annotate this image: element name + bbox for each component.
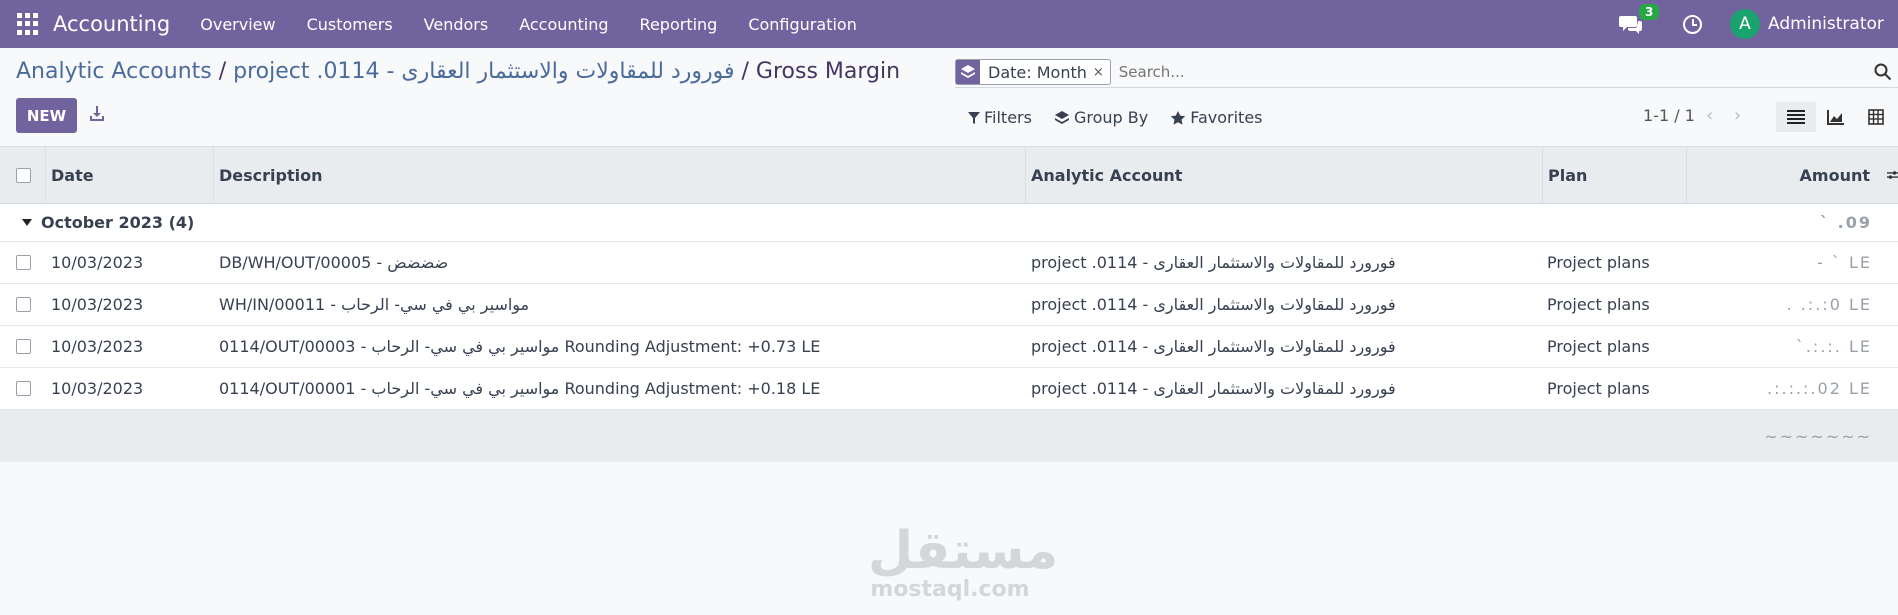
table-row[interactable]: 10/03/2023 DB/WH/OUT/00005 - ضضضض projec… [0, 242, 1898, 284]
chat-count-badge: 3 [1639, 4, 1660, 20]
column-options-icon[interactable] [1882, 147, 1898, 203]
view-switcher [1776, 102, 1896, 132]
search-icon[interactable] [1874, 63, 1892, 81]
breadcrumb: Analytic Accounts / project .0114 - فورو… [16, 59, 900, 84]
row-description: DB/WH/OUT/00005 - ضضضض [219, 253, 449, 272]
group-label: October 2023 (4) [41, 213, 195, 232]
column-plan[interactable]: Plan [1543, 147, 1687, 203]
list-view-icon[interactable] [1776, 102, 1816, 132]
column-description[interactable]: Description [214, 147, 1026, 203]
favorites-label: Favorites [1190, 108, 1263, 127]
watermark-arabic: مستقل [868, 521, 1059, 581]
caret-down-icon [22, 204, 32, 241]
groupby-label: Group By [1073, 108, 1149, 127]
column-analytic-account[interactable]: Analytic Account [1026, 147, 1543, 203]
download-icon[interactable] [89, 105, 105, 121]
row-date: 10/03/2023 [51, 253, 144, 272]
filter-icon [968, 111, 980, 124]
table-footer: ~~~~~~~ [0, 410, 1898, 462]
row-plan: Project plans [1547, 295, 1650, 314]
graph-view-icon[interactable] [1816, 102, 1856, 132]
select-all-checkbox[interactable] [16, 167, 31, 183]
footer-total: ~~~~~~~ [1764, 426, 1872, 446]
pager-prev-icon[interactable]: ‹ [1706, 105, 1713, 126]
layers-icon [956, 60, 980, 84]
breadcrumb-account[interactable]: project .0114 - فورورد للمقاولات والاستث… [233, 59, 734, 84]
column-amount[interactable]: Amount [1687, 147, 1877, 203]
new-button[interactable]: NEW [16, 98, 77, 133]
groupby-button[interactable]: Group By [1054, 108, 1148, 127]
table-row[interactable]: 10/03/2023 0114/OUT/00003 - مواسير بي في… [0, 326, 1898, 368]
row-analytic-account: project .0114 - فورورد للمقاولات والاستث… [1031, 379, 1396, 398]
watermark-latin: mostaql.com [870, 577, 1030, 602]
row-checkbox[interactable] [16, 242, 31, 283]
watermark: مستقل mostaql.com [868, 521, 1059, 602]
search-facet[interactable]: Date: Month × [955, 59, 1111, 85]
menu-customers[interactable]: Customers [307, 15, 393, 34]
pivot-view-icon[interactable] [1856, 102, 1896, 132]
row-plan: Project plans [1547, 253, 1650, 272]
table-header: Date Description Analytic Account Plan A… [0, 146, 1898, 204]
row-plan: Project plans [1547, 379, 1650, 398]
chat-icon[interactable]: 3 [1619, 4, 1660, 34]
group-total: ` .09 [1820, 213, 1872, 232]
row-amount: - ` LE [1817, 253, 1872, 272]
apps-grid-icon[interactable] [17, 13, 39, 35]
row-date: 10/03/2023 [51, 337, 144, 356]
row-description: 0114/OUT/00001 - مواسير بي في سي- الرحاب… [219, 379, 821, 398]
column-date[interactable]: Date [46, 147, 214, 203]
table-row[interactable]: 10/03/2023 0114/OUT/00001 - مواسير بي في… [0, 368, 1898, 410]
menu-configuration[interactable]: Configuration [748, 15, 857, 34]
app-brand[interactable]: Accounting [53, 12, 170, 36]
menu-accounting[interactable]: Accounting [519, 15, 608, 34]
row-amount: . .:.:0 LE [1786, 295, 1872, 314]
filters-button[interactable]: Filters [968, 108, 1032, 127]
facet-label: Date: Month [988, 62, 1087, 82]
row-checkbox[interactable] [16, 368, 31, 409]
analytic-lines-table: Date Description Analytic Account Plan A… [0, 146, 1898, 462]
row-amount: .:.:.:.02 LE [1767, 379, 1872, 398]
page-title: Gross Margin [755, 59, 901, 84]
pager-value[interactable]: 1-1 / 1 [1643, 106, 1695, 125]
row-plan: Project plans [1547, 337, 1650, 356]
layers-icon [1054, 110, 1069, 124]
breadcrumb-parent[interactable]: Analytic Accounts [16, 59, 212, 84]
row-checkbox[interactable] [16, 284, 31, 325]
row-description: 0114/OUT/00003 - مواسير بي في سي- الرحاب… [219, 337, 821, 356]
row-checkbox[interactable] [16, 326, 31, 367]
menu-vendors[interactable]: Vendors [424, 15, 489, 34]
row-description: WH/IN/00011 - مواسير بي في سي- الرحاب [219, 295, 530, 314]
search-panel-toggles: Filters Group By Favorites [968, 108, 1285, 127]
activity-clock-icon[interactable] [1683, 14, 1702, 34]
facet-remove-icon[interactable]: × [1093, 65, 1110, 80]
menu-overview[interactable]: Overview [200, 15, 275, 34]
filters-label: Filters [984, 108, 1032, 127]
row-date: 10/03/2023 [51, 295, 144, 314]
breadcrumb-separator: / [211, 59, 234, 84]
star-icon [1171, 110, 1186, 125]
top-navbar: Accounting Overview Customers Vendors Ac… [0, 0, 1898, 48]
user-name[interactable]: Administrator [1768, 14, 1898, 34]
avatar[interactable]: A [1730, 9, 1760, 39]
search-bar: Date: Month × [955, 57, 1898, 88]
search-input[interactable] [1118, 63, 1879, 81]
menu-reporting[interactable]: Reporting [640, 15, 718, 34]
favorites-button[interactable]: Favorites [1170, 108, 1263, 127]
group-row[interactable]: October 2023 (4) ` .09 [0, 204, 1898, 242]
select-all-cell [0, 147, 46, 203]
row-analytic-account: project .0114 - فورورد للمقاولات والاستث… [1031, 337, 1396, 356]
row-analytic-account: project .0114 - فورورد للمقاولات والاستث… [1031, 295, 1396, 314]
row-date: 10/03/2023 [51, 379, 144, 398]
breadcrumb-separator-2: / [734, 59, 756, 84]
table-row[interactable]: 10/03/2023 WH/IN/00011 - مواسير بي في سي… [0, 284, 1898, 326]
pager-next-icon[interactable]: › [1734, 105, 1741, 126]
row-amount: `.:.:. LE [1795, 337, 1872, 356]
row-analytic-account: project .0114 - فورورد للمقاولات والاستث… [1031, 253, 1396, 272]
